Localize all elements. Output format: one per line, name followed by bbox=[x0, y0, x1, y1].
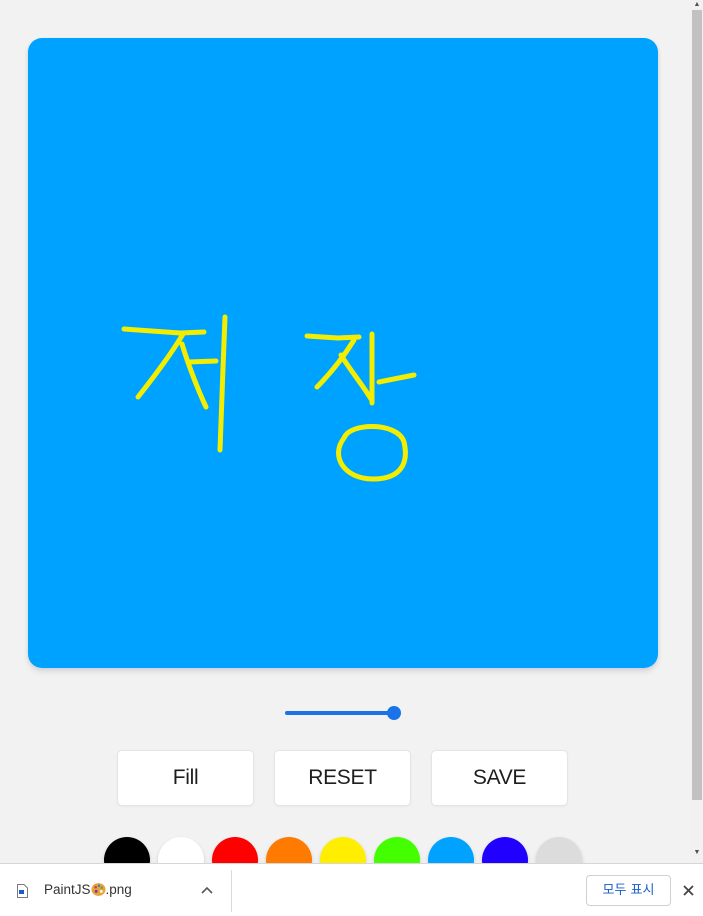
file-icon bbox=[17, 884, 28, 898]
save-button[interactable]: SAVE bbox=[431, 750, 568, 806]
color-swatch[interactable] bbox=[428, 837, 474, 863]
page-viewport: Fill RESET SAVE bbox=[0, 0, 691, 863]
color-swatch[interactable] bbox=[104, 837, 150, 863]
palette-emoji bbox=[91, 883, 106, 896]
scroll-down-arrow[interactable]: ▼ bbox=[691, 848, 703, 858]
download-item[interactable]: PaintJS .png bbox=[44, 882, 132, 897]
color-swatch[interactable] bbox=[212, 837, 258, 863]
show-all-button[interactable]: 모두 표시 bbox=[586, 875, 671, 906]
scroll-up-arrow[interactable]: ▲ bbox=[691, 0, 703, 10]
reset-button[interactable]: RESET bbox=[274, 750, 411, 806]
download-file-name-prefix: PaintJS bbox=[44, 882, 91, 897]
color-swatch[interactable] bbox=[374, 837, 420, 863]
color-swatch[interactable] bbox=[158, 837, 204, 863]
fill-button[interactable]: Fill bbox=[117, 750, 254, 806]
slider-thumb[interactable] bbox=[387, 706, 401, 720]
brush-size-slider[interactable] bbox=[285, 706, 401, 720]
download-divider bbox=[231, 870, 232, 912]
slider-track bbox=[285, 711, 395, 715]
color-swatch[interactable] bbox=[482, 837, 528, 863]
scrollbar-thumb[interactable] bbox=[692, 10, 702, 800]
color-swatch[interactable] bbox=[266, 837, 312, 863]
download-bar: PaintJS .png 모두 표시 bbox=[0, 863, 703, 916]
paint-canvas[interactable] bbox=[28, 38, 658, 668]
download-file-name-suffix: .png bbox=[105, 882, 132, 897]
vertical-scrollbar[interactable]: ▲ ▼ bbox=[691, 0, 703, 863]
color-swatch[interactable] bbox=[320, 837, 366, 863]
stroke-eo-bar bbox=[185, 358, 219, 365]
color-swatch[interactable] bbox=[536, 837, 582, 863]
stroke-jieut2-top bbox=[304, 333, 362, 341]
canvas-drawing bbox=[28, 38, 658, 668]
close-icon[interactable] bbox=[682, 884, 695, 897]
chevron-up-icon[interactable] bbox=[200, 885, 214, 895]
